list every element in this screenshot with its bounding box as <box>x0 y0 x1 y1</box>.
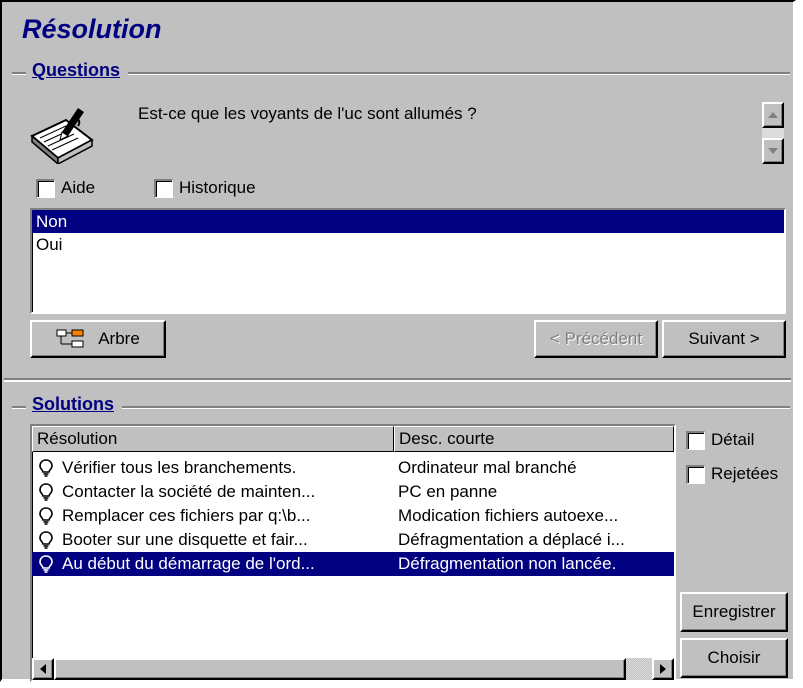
aide-checkbox-label: Aide <box>61 178 96 197</box>
column-header-resolution[interactable]: Résolution <box>32 426 394 452</box>
question-scroll-track[interactable] <box>762 128 784 138</box>
aide-checkbox[interactable]: Aide <box>36 178 95 198</box>
table-row[interactable]: Remplacer ces fichiers par q:\b... Modica… <box>32 504 674 528</box>
suivant-label: Suivant > <box>688 329 760 348</box>
lightbulb-icon <box>36 507 56 525</box>
resolution-text: Booter sur une disquette et fair... <box>62 530 308 549</box>
desc-cell: Défragmentation a déplacé i... <box>398 530 625 549</box>
resolution-text: Contacter la société de mainten... <box>62 482 316 501</box>
enregistrer-label: Enregistrer <box>692 602 776 621</box>
table-row[interactable]: Vérifier tous les branchements. Ordinateu… <box>32 456 674 480</box>
question-scroll-down-button[interactable] <box>762 138 784 164</box>
scroll-right-icon <box>660 664 666 674</box>
rejetees-checkbox-box[interactable] <box>686 464 705 484</box>
resolution-text: Vérifier tous les branchements. <box>62 458 297 477</box>
table-row[interactable]: Booter sur une disquette et fair... Défra… <box>32 528 674 552</box>
lightbulb-icon <box>36 459 56 477</box>
detail-checkbox[interactable]: Détail <box>686 430 754 450</box>
scroll-left-button[interactable] <box>32 658 54 680</box>
solutions-table-header: Résolution Desc. courte <box>32 426 674 452</box>
scroll-down-icon <box>768 148 778 154</box>
resolution-window: Résolution Questions Est-ce que les voya… <box>0 0 796 682</box>
column-header-desc[interactable]: Desc. courte <box>394 426 674 452</box>
desc-cell: Modication fichiers autoexe... <box>398 506 619 525</box>
section-divider <box>4 378 791 382</box>
table-row[interactable]: Contacter la société de mainten... PC en … <box>32 480 674 504</box>
tree-icon <box>56 329 84 348</box>
detail-checkbox-box[interactable] <box>686 430 705 450</box>
suivant-button[interactable]: Suivant > <box>662 320 786 358</box>
solutions-table[interactable]: Résolution Desc. courte Vérifier tous le… <box>30 424 676 682</box>
rejetees-checkbox[interactable]: Rejetées <box>686 464 778 484</box>
question-scroll-up-button[interactable] <box>762 102 784 128</box>
historique-checkbox-box[interactable] <box>154 178 173 198</box>
historique-checkbox-label: Historique <box>179 178 256 197</box>
arbre-label: Arbre <box>98 329 140 348</box>
answer-item-non[interactable]: Non <box>32 210 784 233</box>
table-row[interactable]: Au début du démarrage de l'ord... Défragm… <box>32 552 674 576</box>
historique-checkbox[interactable]: Historique <box>154 178 256 198</box>
resolution-text: Remplacer ces fichiers par q:\b... <box>62 506 311 525</box>
precedent-button[interactable]: < Précédent <box>534 320 658 358</box>
desc-cell: Ordinateur mal branché <box>398 458 577 477</box>
choisir-button[interactable]: Choisir <box>680 638 788 678</box>
lightbulb-icon <box>36 555 56 573</box>
questions-legend: Questions <box>26 60 129 81</box>
precedent-label: < Précédent <box>549 329 643 348</box>
aide-checkbox-box[interactable] <box>36 178 55 198</box>
resolution-text: Au début du démarrage de l'ord... <box>62 554 315 573</box>
arbre-button[interactable]: Arbre <box>30 320 166 358</box>
answers-list[interactable]: Non Oui <box>30 208 786 314</box>
answer-item-oui[interactable]: Oui <box>32 233 784 256</box>
scroll-thumb[interactable] <box>54 658 626 680</box>
window-title: Résolution <box>22 14 162 44</box>
rejetees-checkbox-label: Rejetées <box>711 464 779 483</box>
scroll-right-button[interactable] <box>652 658 674 680</box>
notepad-pen-icon <box>26 102 96 166</box>
detail-checkbox-label: Détail <box>711 430 755 449</box>
resolution-cell: Booter sur une disquette et fair... <box>32 528 394 552</box>
resolution-cell: Remplacer ces fichiers par q:\b... <box>32 504 394 528</box>
lightbulb-icon <box>36 531 56 549</box>
resolution-cell: Contacter la société de mainten... <box>32 480 394 504</box>
scroll-left-icon <box>40 664 46 674</box>
lightbulb-icon <box>36 483 56 501</box>
enregistrer-button[interactable]: Enregistrer <box>680 592 788 632</box>
scroll-track[interactable] <box>54 658 652 680</box>
solutions-hscrollbar[interactable] <box>32 658 674 680</box>
question-text: Est-ce que les voyants de l'uc sont allu… <box>138 104 477 123</box>
solutions-legend: Solutions <box>26 394 122 415</box>
scroll-up-icon <box>768 112 778 118</box>
resolution-cell: Vérifier tous les branchements. <box>32 456 394 480</box>
choisir-label: Choisir <box>707 648 761 667</box>
resolution-cell: Au début du démarrage de l'ord... <box>32 552 394 576</box>
desc-cell: Défragmentation non lancée. <box>398 554 617 573</box>
desc-cell: PC en panne <box>398 482 498 501</box>
